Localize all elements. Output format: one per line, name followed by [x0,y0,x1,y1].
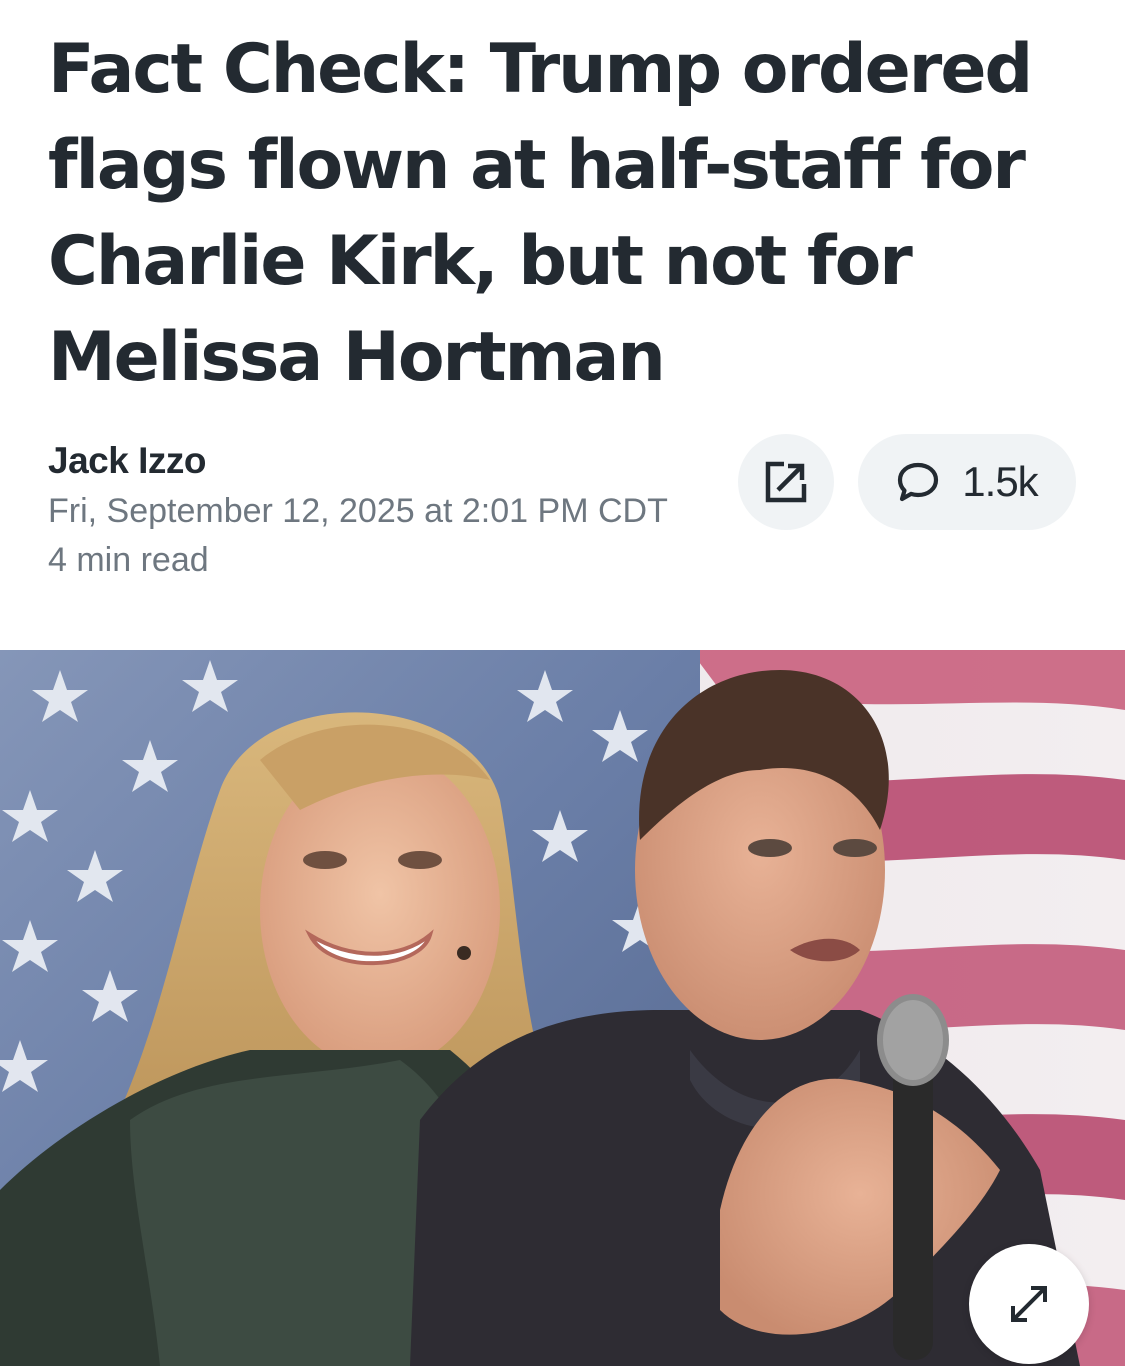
publish-date: Fri, September 12, 2025 at 2:01 PM CDT [48,492,668,530]
article-headline: Fact Check: Trump ordered flags flown at… [48,30,1033,397]
expand-image-button[interactable] [969,1244,1089,1364]
expand-arrows-icon [1011,1286,1047,1322]
hero-image[interactable] [0,650,1125,1366]
speech-bubble-icon [898,462,939,502]
share-external-icon [765,461,807,503]
byline: Jack Izzo Fri, September 12, 2025 at 2:0… [48,440,668,580]
article-page: Fact Check: Trump ordered flags flown at… [0,0,1125,1366]
share-button[interactable] [738,434,834,530]
comments-button[interactable]: 1.5k [858,434,1076,530]
read-time: 4 min read [48,541,209,579]
author-name[interactable]: Jack Izzo [48,440,668,482]
hero-illustration [0,650,1125,1366]
comment-count: 1.5k [962,458,1038,505]
